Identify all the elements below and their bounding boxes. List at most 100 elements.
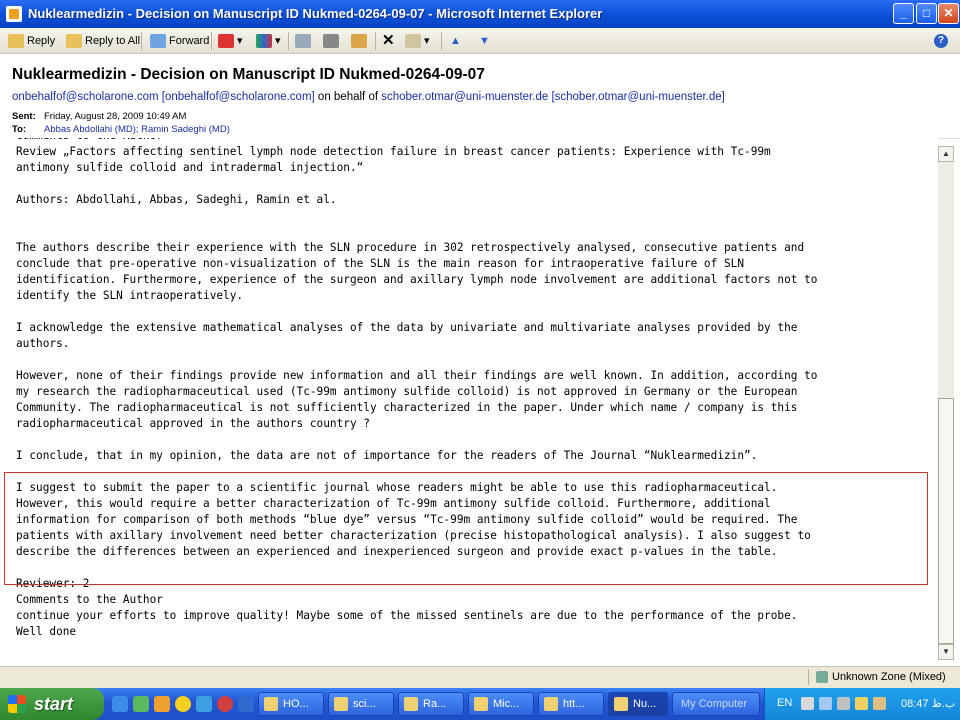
message-header: Nuklearmedizin - Decision on Manuscript … (0, 54, 960, 139)
body-line: identify the SLN intraoperatively. (16, 289, 244, 302)
clock: 08:47 ب.ظ (901, 698, 956, 710)
tray-icon[interactable] (801, 697, 814, 710)
body-line: Authors: Abdollahi, Abbas, Sadeghi, Rami… (16, 193, 337, 206)
language-indicator[interactable]: EN (777, 697, 792, 709)
quicklaunch-icon[interactable] (217, 696, 233, 712)
tray-icon[interactable] (855, 697, 868, 710)
body-line: I conclude, that in my opinion, the data… (16, 449, 758, 462)
sent-line: Sent: Friday, August 28, 2009 10:49 AM (12, 111, 186, 122)
highlight-box (4, 472, 928, 585)
message-subject: Nuklearmedizin - Decision on Manuscript … (12, 66, 485, 83)
task-icon (614, 697, 628, 711)
task-button[interactable]: Ra... (398, 692, 464, 716)
body-line: identification. Furthermore, experience … (16, 273, 818, 286)
task-button-active[interactable]: Nu... (608, 692, 668, 716)
delete-button[interactable]: ✕ (382, 32, 395, 50)
rules-icon (405, 34, 421, 49)
network-icon[interactable] (819, 697, 832, 710)
zone-icon (816, 671, 828, 684)
taskbar: start HO... sci... Ra... Mic... htt... N… (0, 688, 960, 720)
status-bar: Unknown Zone (Mixed) (0, 666, 960, 688)
to-label: To: (12, 124, 27, 135)
task-button[interactable]: htt... (538, 692, 604, 716)
vertical-scrollbar[interactable]: ▲ ▼ (938, 146, 954, 660)
body-line: antimony sulfide colloid and intradermal… (16, 161, 364, 174)
task-icon (474, 697, 488, 711)
delete-icon: ✕ (382, 32, 395, 49)
quicklaunch-icon[interactable] (238, 696, 254, 712)
task-button[interactable]: HO... (258, 692, 324, 716)
up-arrow-icon: ▲ (450, 35, 461, 47)
task-button[interactable]: My Computer (672, 692, 760, 716)
body-line: radiopharmaceutical approved in the auth… (16, 417, 370, 430)
toolbar-separator (211, 32, 212, 50)
sent-value: Friday, August 28, 2009 10:49 AM (44, 111, 187, 122)
move-button[interactable] (351, 32, 370, 50)
behalf-address[interactable]: schober.otmar@uni-muenster.de [schober.o… (381, 91, 725, 103)
smiley-icon[interactable] (175, 696, 191, 712)
ie-icon (6, 6, 22, 22)
print-preview-button[interactable] (295, 32, 314, 50)
flag-button[interactable]: ▾ (218, 32, 243, 50)
message-body: Comments to the Author Review „Factors af… (0, 138, 938, 666)
body-line: Well done (16, 625, 77, 638)
categories-button[interactable]: ▾ (256, 32, 281, 50)
body-line: continue your efforts to improve quality… (16, 609, 798, 622)
title-bar: Nuklearmedizin - Decision on Manuscript … (0, 0, 960, 28)
rules-button[interactable]: ▾ (405, 32, 430, 50)
to-line: To: Abbas Abdollahi (MD); Ramin Sadeghi (… (12, 124, 230, 135)
ie-quicklaunch-icon[interactable] (112, 696, 128, 712)
quicklaunch-icon[interactable] (133, 696, 149, 712)
printer-icon (323, 34, 339, 49)
help-button[interactable]: ? (934, 32, 948, 50)
task-button[interactable]: sci... (328, 692, 394, 716)
toolbar-separator (375, 32, 376, 50)
scroll-up-button[interactable]: ▲ (938, 146, 954, 162)
scroll-down-button[interactable]: ▼ (938, 644, 954, 660)
sender-address[interactable]: onbehalfof@scholarone.com [onbehalfof@sc… (12, 91, 315, 103)
print-button[interactable] (323, 32, 342, 50)
scroll-thumb[interactable] (938, 398, 954, 644)
next-item-button[interactable]: ▼ (479, 32, 490, 50)
body-line: authors. (16, 337, 70, 350)
move-icon (351, 34, 367, 49)
body-line: Review „Factors affecting sentinel lymph… (16, 145, 771, 158)
previous-item-button[interactable]: ▲ (450, 32, 461, 50)
reply-icon (8, 34, 24, 49)
reply-all-icon (66, 34, 82, 49)
reply-button[interactable]: Reply (8, 32, 55, 50)
maximize-button[interactable]: □ (916, 3, 937, 24)
start-button[interactable]: start (0, 688, 104, 720)
window-title: Nuklearmedizin - Decision on Manuscript … (28, 6, 603, 21)
folder-icon (334, 697, 348, 711)
toolbar-separator (141, 32, 142, 50)
on-behalf-text: on behalf of (314, 91, 382, 103)
toolbar: Reply Reply to All Forward ▾ ▾ ✕ ▾ ▲ ▼ ? (0, 28, 960, 54)
body-line: The authors describe their experience wi… (16, 241, 805, 254)
close-button[interactable]: ✕ (938, 3, 959, 24)
quicklaunch-icon[interactable] (154, 696, 170, 712)
forward-button[interactable]: Forward (150, 32, 209, 50)
tray-icon[interactable] (837, 697, 850, 710)
task-icon (544, 697, 558, 711)
sent-label: Sent: (12, 111, 36, 122)
to-value[interactable]: Abbas Abdollahi (MD); Ramin Sadeghi (MD) (44, 124, 230, 135)
task-icon (264, 697, 278, 711)
down-arrow-icon: ▼ (479, 35, 490, 47)
task-icon (404, 697, 418, 711)
body-line: conclude that pre-operative non-visualiz… (16, 257, 745, 270)
body-line: my research the radiopharmaceutical used… (16, 385, 798, 398)
minimize-button[interactable]: _ (893, 3, 914, 24)
from-line: onbehalfof@scholarone.com [onbehalfof@sc… (12, 91, 725, 103)
quicklaunch-icon[interactable] (196, 696, 212, 712)
tray-icon[interactable] (873, 697, 886, 710)
reply-all-button[interactable]: Reply to All (66, 32, 140, 50)
security-zone: Unknown Zone (Mixed) (816, 671, 946, 684)
task-button[interactable]: Mic... (468, 692, 534, 716)
toolbar-separator (288, 32, 289, 50)
body-line: I acknowledge the extensive mathematical… (16, 321, 798, 334)
body-line: Comments to the Author (16, 593, 163, 606)
categories-icon (256, 34, 272, 49)
windows-logo-icon (8, 695, 26, 713)
toolbar-separator (441, 32, 442, 50)
